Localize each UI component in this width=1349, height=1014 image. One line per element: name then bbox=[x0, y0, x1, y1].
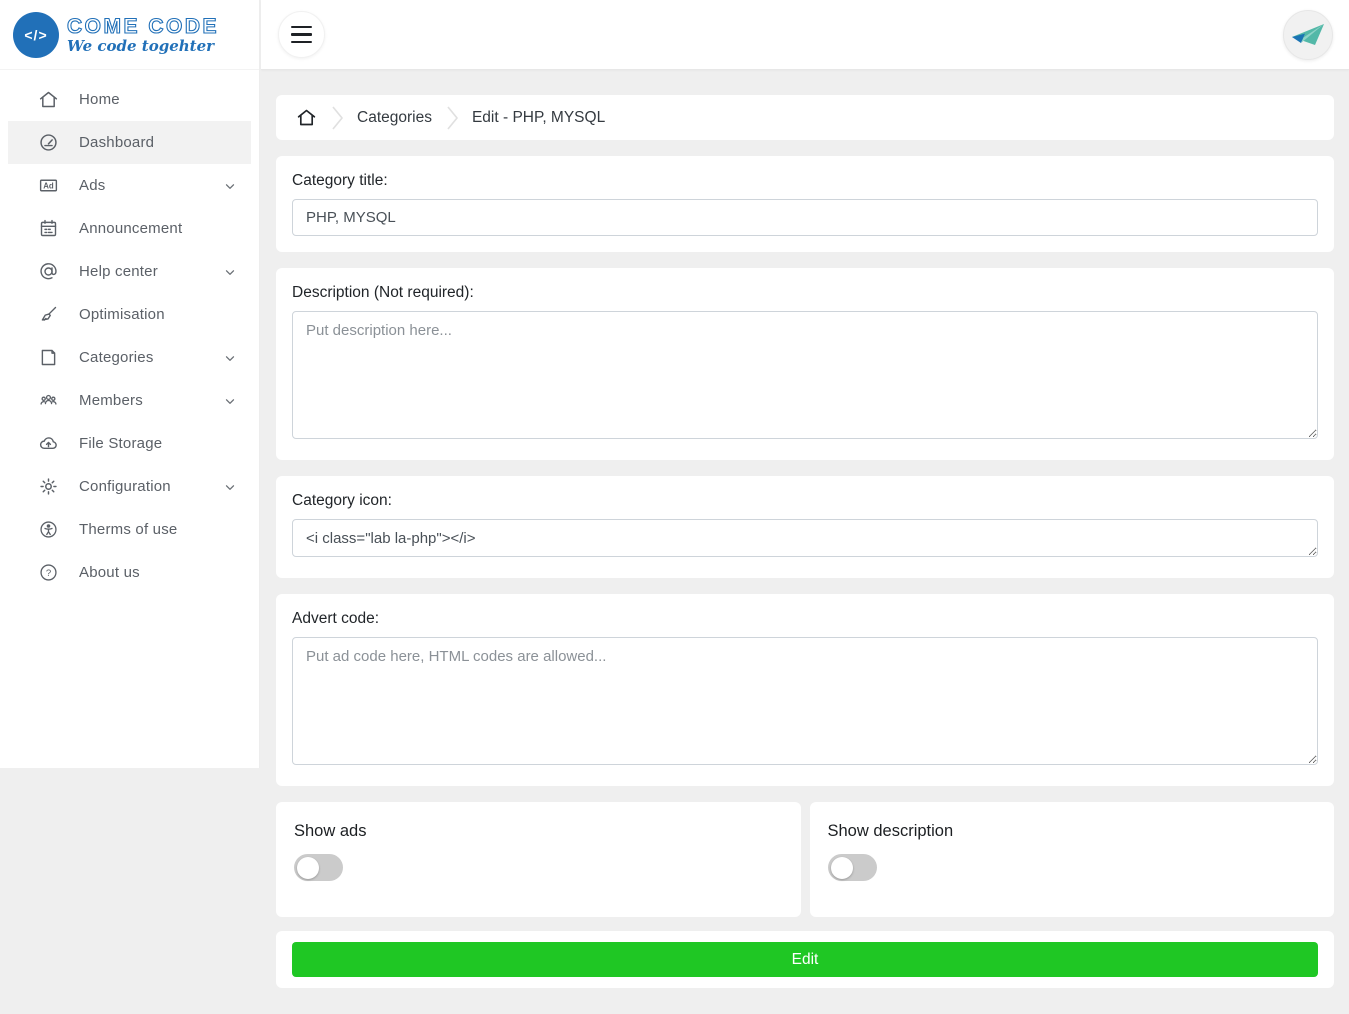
sidebar-item-label: Ads bbox=[79, 177, 106, 194]
chevron-down-icon[interactable] bbox=[223, 394, 237, 408]
sidebar-item-members[interactable]: Members bbox=[8, 379, 251, 422]
category-title-card: Category title: bbox=[276, 156, 1334, 252]
breadcrumb-home-icon[interactable] bbox=[296, 107, 317, 128]
hamburger-icon bbox=[291, 40, 312, 44]
hamburger-icon bbox=[291, 25, 312, 29]
show-ads-label: Show ads bbox=[294, 822, 367, 840]
description-textarea[interactable] bbox=[292, 311, 1318, 439]
topbar bbox=[261, 0, 1349, 70]
show-description-toggle[interactable] bbox=[827, 854, 877, 881]
show-description-label: Show description bbox=[827, 822, 954, 840]
category-title-label: Category title: bbox=[292, 172, 388, 189]
about-us-icon: ? bbox=[38, 562, 59, 583]
edit-submit-button[interactable]: Edit bbox=[292, 942, 1318, 977]
chevron-down-icon[interactable] bbox=[223, 480, 237, 494]
sidebar-item-label: Categories bbox=[79, 349, 154, 366]
breadcrumb: Categories Edit - PHP, MYSQL bbox=[276, 95, 1334, 140]
announcement-icon bbox=[38, 218, 59, 239]
paper-plane-icon bbox=[1292, 24, 1324, 45]
chevron-down-icon[interactable] bbox=[223, 351, 237, 365]
sidebar-item-dashboard[interactable]: Dashboard bbox=[8, 121, 251, 164]
sidebar-item-label: Members bbox=[79, 392, 143, 409]
sidebar-item-file-storage[interactable]: File Storage bbox=[8, 422, 251, 465]
advert-code-card: Advert code: bbox=[276, 594, 1334, 786]
sidebar-item-optimisation[interactable]: Optimisation bbox=[8, 293, 251, 336]
brand-text: COME CODE We code togehter bbox=[66, 14, 220, 55]
chevron-down-icon[interactable] bbox=[223, 179, 237, 193]
sidebar-item-label: File Storage bbox=[79, 435, 163, 452]
sidebar-item-categories[interactable]: Categories bbox=[8, 336, 251, 379]
toggle-knob bbox=[830, 856, 853, 879]
sidebar-item-label: Help center bbox=[79, 263, 158, 280]
hamburger-menu-button[interactable] bbox=[278, 11, 325, 58]
sidebar-item-ads[interactable]: Ad Ads bbox=[8, 164, 251, 207]
hamburger-icon bbox=[291, 33, 312, 36]
help-center-icon bbox=[38, 261, 59, 282]
sidebar-item-home[interactable]: Home bbox=[8, 78, 251, 121]
brand[interactable]: </> COME CODE We code togehter bbox=[0, 0, 259, 70]
file-storage-icon bbox=[38, 433, 59, 454]
sidebar-item-therms-of-use[interactable]: Therms of use bbox=[8, 508, 251, 551]
ads-icon: Ad bbox=[38, 175, 59, 196]
submit-card: Edit bbox=[276, 931, 1334, 988]
configuration-icon bbox=[38, 476, 59, 497]
brand-logo-icon: </> bbox=[13, 11, 59, 58]
chevron-down-icon[interactable] bbox=[223, 265, 237, 279]
category-icon-card: Category icon: <i class="lab la-php"></i… bbox=[276, 476, 1334, 578]
breadcrumb-item-current: Edit - PHP, MYSQL bbox=[471, 108, 606, 126]
brand-tagline: We code togehter bbox=[67, 36, 215, 55]
category-icon-input[interactable]: <i class="lab la-php"></i> bbox=[292, 519, 1318, 557]
sidebar-item-help-center[interactable]: Help center bbox=[8, 250, 251, 293]
sidebar-item-configuration[interactable]: Configuration bbox=[8, 465, 251, 508]
svg-text:?: ? bbox=[46, 568, 51, 579]
show-description-card: Show description bbox=[809, 802, 1334, 917]
user-avatar[interactable] bbox=[1283, 10, 1333, 60]
sidebar-item-label: Optimisation bbox=[79, 306, 165, 323]
brand-title: COME CODE bbox=[66, 14, 220, 38]
sidebar-item-label: Dashboard bbox=[79, 134, 155, 151]
dashboard-icon bbox=[38, 132, 59, 153]
category-title-input[interactable] bbox=[292, 199, 1318, 236]
breadcrumb-item-categories[interactable]: Categories bbox=[357, 109, 432, 127]
sidebar-item-label: About us bbox=[79, 564, 140, 581]
sidebar-item-label: Configuration bbox=[79, 478, 171, 495]
show-ads-toggle[interactable] bbox=[294, 854, 343, 881]
breadcrumb-separator-icon bbox=[329, 105, 345, 131]
description-label: Description (Not required): bbox=[292, 284, 474, 301]
toggles-row: Show ads Show description bbox=[276, 802, 1334, 917]
sidebar-item-announcement[interactable]: Announcement bbox=[8, 207, 251, 250]
optimisation-icon bbox=[38, 304, 59, 325]
show-ads-card: Show ads bbox=[276, 802, 801, 917]
sidebar-item-about-us[interactable]: ? About us bbox=[8, 551, 251, 594]
svg-text:Ad: Ad bbox=[43, 182, 54, 191]
sidebar-item-label: Therms of use bbox=[79, 521, 178, 538]
home-icon bbox=[38, 89, 59, 110]
sidebar: </> COME CODE We code togehter Home Dash… bbox=[0, 0, 260, 768]
advert-code-label: Advert code: bbox=[292, 610, 380, 627]
sidebar-menu: Home Dashboard Ad Ads Announcement Help … bbox=[0, 70, 259, 594]
categories-icon bbox=[38, 347, 59, 368]
toggle-knob bbox=[297, 856, 319, 879]
breadcrumb-separator-icon bbox=[444, 105, 460, 131]
therms-of-use-icon bbox=[38, 519, 59, 540]
sidebar-item-label: Announcement bbox=[79, 220, 183, 237]
category-icon-label: Category icon: bbox=[292, 492, 392, 509]
description-card: Description (Not required): bbox=[276, 268, 1334, 460]
members-icon bbox=[38, 390, 59, 411]
sidebar-item-label: Home bbox=[79, 91, 120, 108]
main-content: Categories Edit - PHP, MYSQL Category ti… bbox=[276, 95, 1334, 1004]
advert-code-textarea[interactable] bbox=[292, 637, 1318, 765]
